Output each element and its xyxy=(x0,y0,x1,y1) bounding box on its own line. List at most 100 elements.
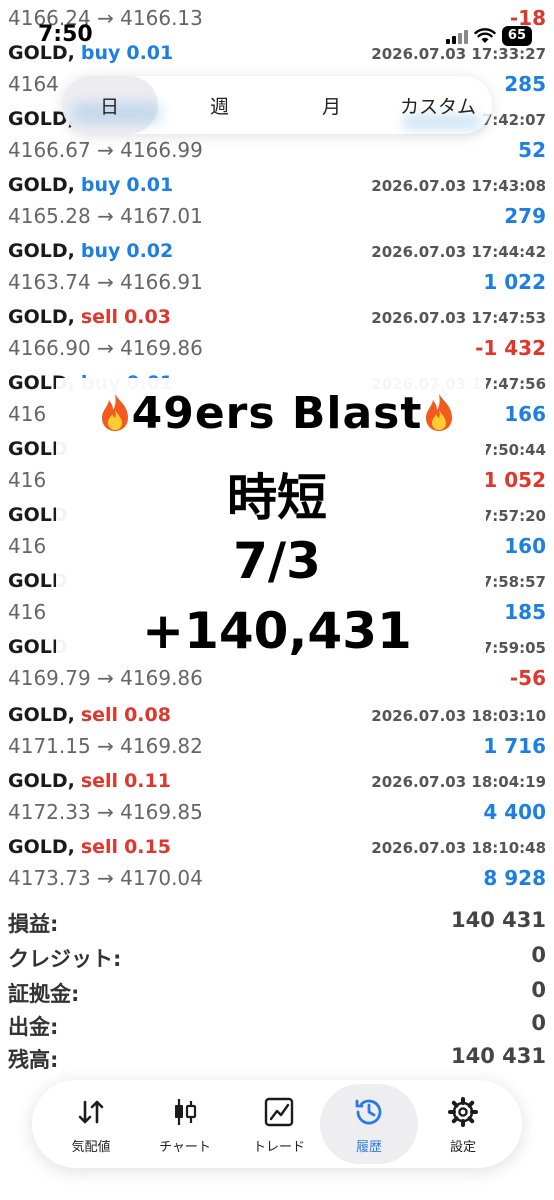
trade-prices: 4165.28 → 4167.01 xyxy=(8,204,203,228)
trade-side: sell xyxy=(80,770,119,792)
trade-symbol: GOLD, xyxy=(8,704,75,726)
tab-day[interactable]: 日 xyxy=(100,92,119,119)
trade-title: GOLD, sell 0.03 xyxy=(8,306,171,328)
trade-prices: 4164 xyxy=(8,72,59,96)
tab-label: トレード xyxy=(252,1140,305,1155)
trade-lots: 0.11 xyxy=(124,770,171,792)
trade-header-row[interactable]: GOLD, buy 0.01 2026.07.03 17:43:08 xyxy=(0,170,554,204)
summary-value: 0 xyxy=(531,1011,546,1035)
trade-profit: 52 xyxy=(518,138,546,162)
overlay-line-jitan: 時短 xyxy=(227,469,327,527)
trade-detail-row[interactable]: 4169.79 → 4169.86 -56 xyxy=(0,664,554,698)
trade-profit: 8 928 xyxy=(483,866,546,890)
trade-datetime: 2026.07.03 18:03:10 xyxy=(371,707,546,725)
summary-label: 残高: xyxy=(8,1048,59,1072)
trade-symbol: GOLD, xyxy=(8,306,75,328)
trade-datetime: 7:42:07 xyxy=(481,111,546,129)
trade-profit: 285 xyxy=(504,72,546,96)
arrows-updown-icon xyxy=(78,1100,104,1124)
trade-side: buy xyxy=(80,240,121,262)
tab-quotes[interactable]: 気配値 xyxy=(42,1080,140,1168)
summary-value: 140 431 xyxy=(451,1044,546,1068)
trade-side: sell xyxy=(80,836,119,858)
trade-chart-icon xyxy=(264,1097,294,1127)
trade-datetime: 2026.07.03 17:47:53 xyxy=(371,309,546,327)
tab-month[interactable]: 月 xyxy=(322,92,341,119)
tab-settings[interactable]: 設定 xyxy=(414,1080,512,1168)
trade-profit: 1 716 xyxy=(483,734,546,758)
trade-datetime: 2026.07.03 17:44:42 xyxy=(371,243,546,261)
summary-row-balance: 残高: 140 431 xyxy=(0,1042,554,1074)
summary-value: 0 xyxy=(531,943,546,967)
trade-prices: 4172.33 → 4169.85 xyxy=(8,800,203,824)
trade-side: sell xyxy=(80,306,119,328)
summary-label: 損益: xyxy=(8,912,59,936)
summary-label: クレジット: xyxy=(8,947,122,971)
trade-profit: 1 022 xyxy=(483,270,546,294)
tab-week[interactable]: 週 xyxy=(210,92,229,119)
tab-custom[interactable]: カスタム xyxy=(400,92,476,119)
gear-icon xyxy=(448,1097,478,1127)
cellular-signal-icon xyxy=(445,28,468,44)
trade-lots: 0.15 xyxy=(124,836,171,858)
overlay-title-line: 49ers Blast xyxy=(0,388,554,439)
status-time: 7:50 xyxy=(38,22,93,47)
overlay-title: 49ers Blast xyxy=(131,388,423,439)
trade-detail-row[interactable]: 4171.15 → 4169.82 1 716 xyxy=(0,732,554,766)
tab-trade[interactable]: トレード xyxy=(230,1080,328,1168)
period-tabs: 日 週 月 カスタム xyxy=(62,76,492,134)
status-bar: 7:50 65 xyxy=(0,22,554,56)
trade-header-row[interactable]: GOLD, sell 0.15 2026.07.03 18:10:48 xyxy=(0,832,554,866)
trade-datetime: 2026.07.03 17:43:08 xyxy=(371,177,546,195)
bottom-tab-bar: 気配値 チャート トレード 履歴 設定 xyxy=(32,1080,522,1168)
history-clock-icon xyxy=(355,1099,382,1125)
trade-title: GOLD, sell 0.15 xyxy=(8,836,171,858)
tab-history[interactable]: 履歴 xyxy=(320,1084,418,1164)
status-icons: 65 xyxy=(445,26,532,46)
trade-lots: 0.03 xyxy=(124,306,171,328)
trade-title: GOLD, sell 0.11 xyxy=(8,770,171,792)
fire-emoji-icon xyxy=(101,394,128,431)
trade-detail-row[interactable]: 4163.74 → 4166.91 1 022 xyxy=(0,268,554,302)
overlay-line-amount: +140,431 xyxy=(142,602,412,660)
battery-indicator: 65 xyxy=(501,26,532,46)
summary-row-withdrawal: 出金: 0 xyxy=(0,1009,554,1041)
trade-prices: 4169.79 → 4169.86 xyxy=(8,666,203,690)
trade-profit: -1 432 xyxy=(475,336,546,360)
trade-lots: 0.08 xyxy=(124,704,171,726)
trade-header-row[interactable]: GOLD, sell 0.03 2026.07.03 17:47:53 xyxy=(0,302,554,336)
trade-profit: -56 xyxy=(509,666,546,690)
trade-profit: 4 400 xyxy=(483,800,546,824)
trade-detail-row[interactable]: 4173.73 → 4170.04 8 928 xyxy=(0,864,554,898)
trade-side: buy xyxy=(80,174,121,196)
trade-symbol: GOLD, xyxy=(8,174,75,196)
trade-detail-row[interactable]: 4172.33 → 4169.85 4 400 xyxy=(0,798,554,832)
trade-title: GOLD,buy0.01 xyxy=(8,174,173,196)
summary-row-margin: 証拠金: 0 xyxy=(0,976,554,1008)
wifi-icon xyxy=(474,28,496,43)
trade-side: sell xyxy=(80,704,119,726)
trade-lots: 0.02 xyxy=(126,240,174,262)
trade-profit: 279 xyxy=(504,204,546,228)
summary-value: 0 xyxy=(531,978,546,1002)
trade-prices: 4171.15 → 4169.82 xyxy=(8,734,203,758)
summary-row-credit: クレジット: 0 xyxy=(0,941,554,973)
trade-prices: 4163.74 → 4166.91 xyxy=(8,270,203,294)
trade-detail-row[interactable]: 4165.28 → 4167.01 279 xyxy=(0,202,554,236)
trade-header-row[interactable]: GOLD, sell 0.11 2026.07.03 18:04:19 xyxy=(0,766,554,800)
tab-label: 気配値 xyxy=(71,1140,111,1155)
trade-title: GOLD, sell 0.08 xyxy=(8,704,171,726)
trade-header-row[interactable]: GOLD, sell 0.08 2026.07.03 18:03:10 xyxy=(0,700,554,734)
fire-emoji-icon xyxy=(426,394,453,431)
trade-title: GOLD, buy 0.02 xyxy=(8,240,173,262)
trade-detail-row[interactable]: 4166.90 → 4169.86 -1 432 xyxy=(0,334,554,368)
summary-row-profit: 損益: 140 431 xyxy=(0,906,554,938)
trade-symbol: GOLD, xyxy=(8,770,75,792)
promo-overlay: 49ers Blast 時短 7/3 +140,431 xyxy=(0,378,554,668)
trade-prices: 4166.67 → 4166.99 xyxy=(8,138,203,162)
trade-datetime: 2026.07.03 18:10:48 xyxy=(371,839,546,857)
trade-header-row[interactable]: GOLD, buy 0.02 2026.07.03 17:44:42 xyxy=(0,236,554,270)
trade-detail-row[interactable]: 4166.67 → 4166.99 52 xyxy=(0,136,554,170)
tab-chart[interactable]: チャート xyxy=(136,1080,234,1168)
tab-label: 履歴 xyxy=(355,1140,382,1155)
